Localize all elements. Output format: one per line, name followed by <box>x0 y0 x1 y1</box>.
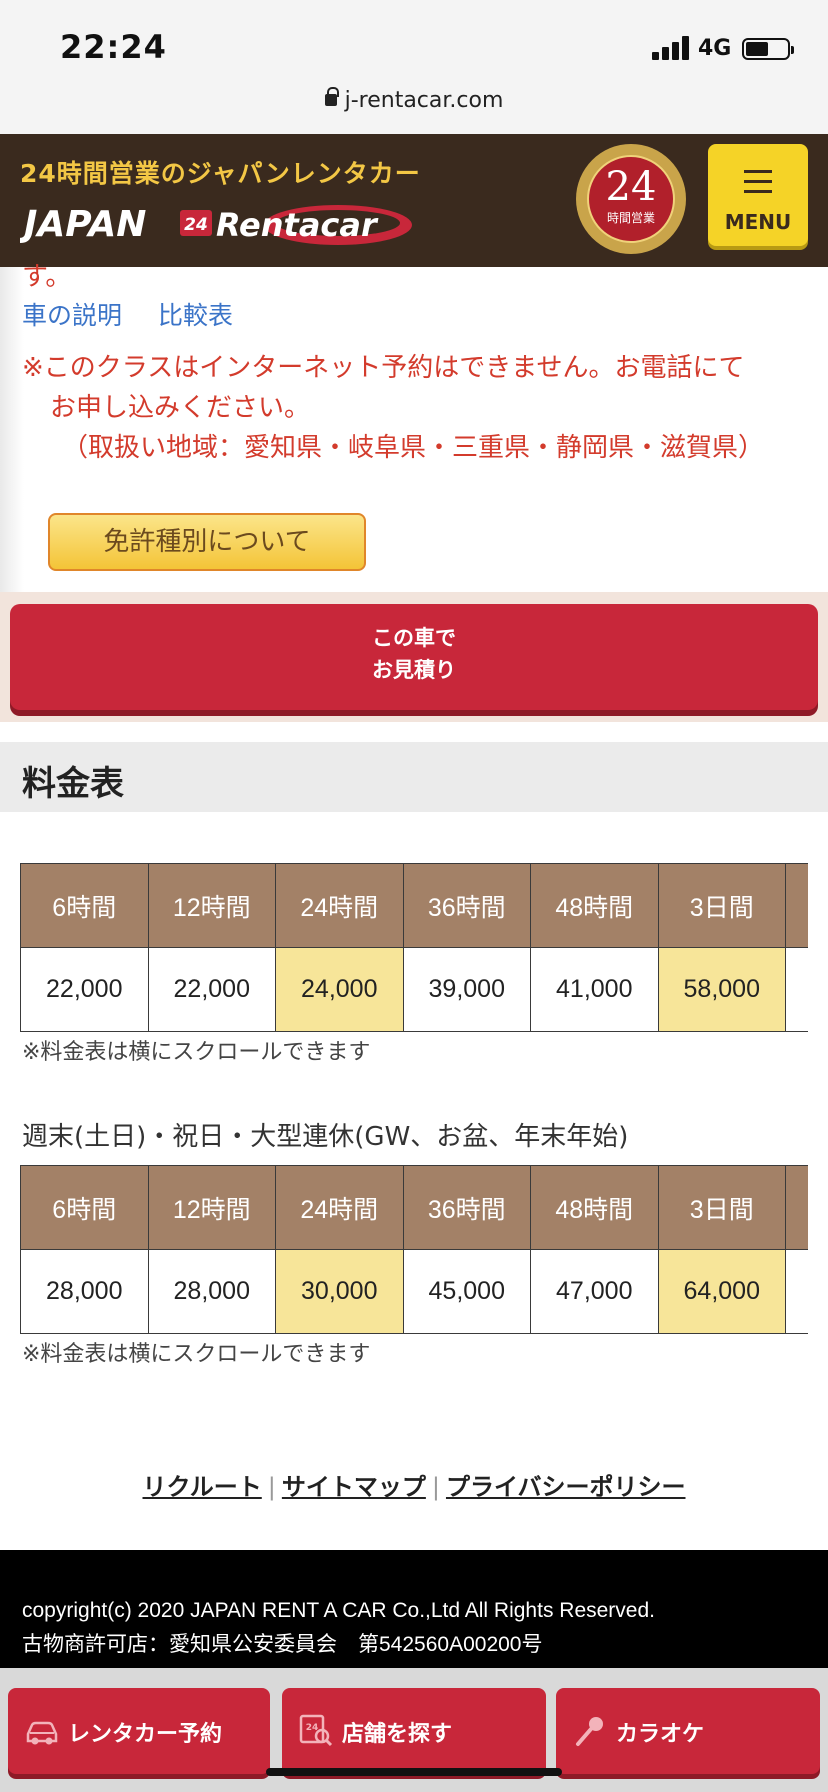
header-cell: 36時間 <box>402 863 531 948</box>
header-cell: 6時間 <box>20 863 149 948</box>
quote-button[interactable]: この車で お見積り <box>10 604 818 710</box>
cellular-signal-icon <box>652 36 690 60</box>
tab-find-store[interactable]: 24 店舗を探す <box>282 1688 546 1774</box>
car-links: 車の説明 比較表 <box>22 296 261 332</box>
tab-karaoke[interactable]: カラオケ <box>556 1688 820 1774</box>
24-hour-badge: 24 時間営業 <box>576 144 686 254</box>
header-cell: 3日間 <box>657 1165 786 1250</box>
license-type-button[interactable]: 免許種別について <box>48 513 366 571</box>
menu-button[interactable]: MENU <box>708 144 808 246</box>
notice-line-2: お申し込みください。 <box>50 393 311 423</box>
rate-cell-highlight: 64,000 <box>657 1249 786 1334</box>
site-logo[interactable]: 24 JAPAN Rentacar <box>18 192 420 252</box>
rate-cell-overflow <box>785 947 808 1032</box>
header-cell: 48時間 <box>530 1165 659 1250</box>
weekend-rates-label: 週末(土日)・祝日・大型連休(GW、お盆、年末年始) <box>22 1122 629 1152</box>
header-cell: 3日間 <box>657 863 786 948</box>
rate-cell-highlight: 30,000 <box>275 1249 404 1334</box>
copyright-text: copyright(c) 2020 JAPAN RENT A CAR Co.,L… <box>22 1599 655 1622</box>
badge-number: 24 <box>605 164 657 210</box>
hamburger-icon <box>744 170 772 200</box>
weekend-rates-scroller[interactable]: 6時間 12時間 24時間 36時間 48時間 3日間 28,000 28,00… <box>0 1165 808 1335</box>
car-description-link[interactable]: 車の説明 <box>22 301 122 330</box>
left-edge-shadow <box>0 267 24 592</box>
rates-title: 料金表 <box>22 764 124 804</box>
header-tagline: 24時間営業のジャパンレンタカー <box>20 159 421 188</box>
weekday-rates-scroller[interactable]: 6時間 12時間 24時間 36時間 48時間 3日間 22,000 22,00… <box>0 863 808 1033</box>
copyright-footer: copyright(c) 2020 JAPAN RENT A CAR Co.,L… <box>0 1550 828 1668</box>
weekend-rates-table: 6時間 12時間 24時間 36時間 48時間 3日間 28,000 28,00… <box>20 1165 808 1334</box>
table-header-row: 6時間 12時間 24時間 36時間 48時間 3日間 <box>20 1165 808 1250</box>
tab-rental-reservation[interactable]: レンタカー予約 <box>8 1688 270 1774</box>
rate-cell: 28,000 <box>147 1249 276 1334</box>
lock-icon <box>324 87 339 106</box>
table-row: 22,000 22,000 24,000 39,000 41,000 58,00… <box>20 947 808 1032</box>
comparison-table-link[interactable]: 比較表 <box>158 301 233 330</box>
weekday-rates-table: 6時間 12時間 24時間 36時間 48時間 3日間 22,000 22,00… <box>20 863 808 1032</box>
rate-cell: 45,000 <box>402 1249 531 1334</box>
tab-label: レンタカー予約 <box>68 1722 223 1747</box>
header-cell: 6時間 <box>20 1165 149 1250</box>
header-cell: 48時間 <box>530 863 659 948</box>
status-time: 22:24 <box>60 28 167 66</box>
header-cell: 24時間 <box>275 863 404 948</box>
svg-text:Rentacar: Rentacar <box>216 206 379 244</box>
menu-button-label: MENU <box>724 210 792 234</box>
rate-cell: 22,000 <box>147 947 276 1032</box>
rate-cell-highlight: 24,000 <box>275 947 404 1032</box>
quote-button-line-2: お見積り <box>372 658 456 682</box>
url-text: j-rentacar.com <box>344 88 504 113</box>
sitemap-link[interactable]: サイトマップ <box>282 1473 426 1501</box>
quote-button-line-1: この車で <box>372 626 456 650</box>
rates-section-header: 料金表 <box>0 742 828 812</box>
link-separator: | <box>267 1473 276 1501</box>
rate-cell-highlight: 58,000 <box>657 947 786 1032</box>
svg-text:JAPAN: JAPAN <box>20 204 146 245</box>
tab-label: 店舗を探す <box>342 1722 453 1747</box>
rate-cell: 28,000 <box>20 1249 149 1334</box>
status-bar: 22:24 4G <box>0 0 828 80</box>
rate-cell: 41,000 <box>530 947 659 1032</box>
header-cell: 36時間 <box>402 1165 531 1250</box>
badge-caption: 時間営業 <box>606 211 655 225</box>
table-row: 28,000 28,000 30,000 45,000 47,000 64,00… <box>20 1249 808 1334</box>
car-icon <box>26 1721 58 1745</box>
notice-line-1: ※このクラスはインターネット予約はできません。お電話にて <box>22 353 745 383</box>
rate-cell: 22,000 <box>20 947 149 1032</box>
header-cell: 12時間 <box>147 863 276 948</box>
link-separator: | <box>431 1473 440 1501</box>
reservation-notice: ※このクラスはインターネット予約はできません。お電話にて お申し込みください。 … <box>22 348 812 468</box>
scroll-note: ※料金表は横にスクロールできます <box>22 1342 371 1367</box>
home-indicator[interactable] <box>266 1768 562 1776</box>
rate-cell-overflow <box>785 1249 808 1334</box>
header-cell: 12時間 <box>147 1165 276 1250</box>
privacy-policy-link[interactable]: プライバシーポリシー <box>446 1473 686 1501</box>
store-search-icon: 24 <box>299 1714 333 1747</box>
rate-cell: 47,000 <box>530 1249 659 1334</box>
rate-cell: 39,000 <box>402 947 531 1032</box>
microphone-icon <box>576 1717 603 1746</box>
header-cell-overflow <box>785 863 808 948</box>
table-header-row: 6時間 12時間 24時間 36時間 48時間 3日間 <box>20 863 808 948</box>
scroll-note: ※料金表は横にスクロールできます <box>22 1040 371 1065</box>
recruit-link[interactable]: リクルート <box>143 1473 262 1501</box>
browser-url-bar[interactable]: j-rentacar.com <box>0 80 828 134</box>
tab-label: カラオケ <box>616 1722 705 1747</box>
network-type: 4G <box>698 36 732 61</box>
footer-links: リクルート | サイトマップ | プライバシーポリシー <box>0 1467 828 1502</box>
license-text: 古物商許可店：愛知県公安委員会 第542560A00200号 <box>22 1633 543 1656</box>
svg-text:24: 24 <box>184 215 208 235</box>
header-cell: 24時間 <box>275 1165 404 1250</box>
battery-icon <box>742 38 794 60</box>
site-header: 24時間営業のジャパンレンタカー 24 JAPAN Rentacar 24 時間… <box>0 134 828 267</box>
notice-line-3: （取扱い地域：愛知県・岐阜県・三重県・静岡県・滋賀県） <box>62 433 765 463</box>
header-cell-overflow <box>785 1165 808 1250</box>
cutoff-text: す。 <box>22 262 72 292</box>
